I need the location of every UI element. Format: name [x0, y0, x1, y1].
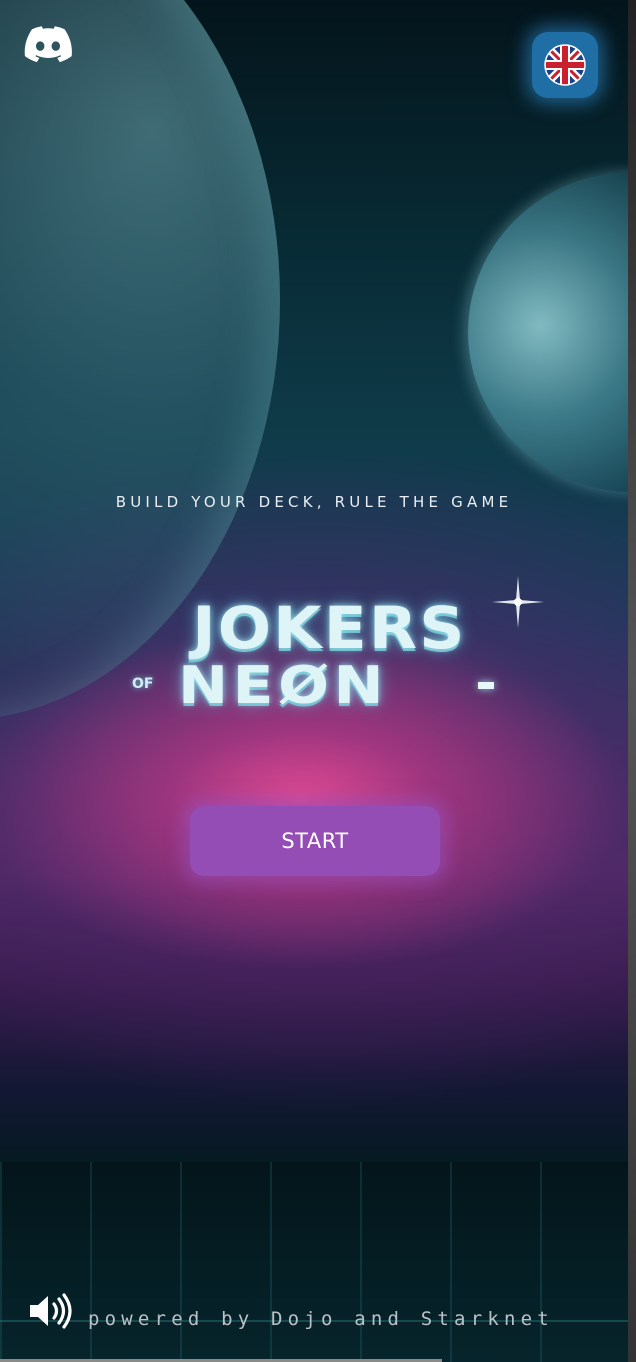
powered-by-text: powered by Dojo and Starknet — [88, 1308, 554, 1330]
logo-dash — [478, 682, 494, 689]
logo-jokers: JOKERS — [192, 594, 467, 662]
small-planet — [468, 172, 636, 492]
window-edge — [628, 0, 636, 1362]
speaker-volume-icon[interactable] — [28, 1292, 74, 1330]
floor-grid — [0, 1162, 636, 1362]
tagline: BUILD YOUR DECK, RULE THE GAME — [115, 493, 513, 511]
language-button[interactable] — [532, 32, 598, 98]
logo-neon: NEØN — [178, 656, 389, 716]
game-logo: JOKERS OF NEØN — [108, 572, 544, 722]
discord-icon[interactable] — [24, 26, 72, 64]
logo-of: OF — [132, 676, 154, 692]
uk-flag-icon — [544, 44, 586, 86]
start-button[interactable]: START — [190, 806, 440, 876]
game-screen: BUILD YOUR DECK, RULE THE GAME JOKERS OF… — [0, 0, 636, 1362]
